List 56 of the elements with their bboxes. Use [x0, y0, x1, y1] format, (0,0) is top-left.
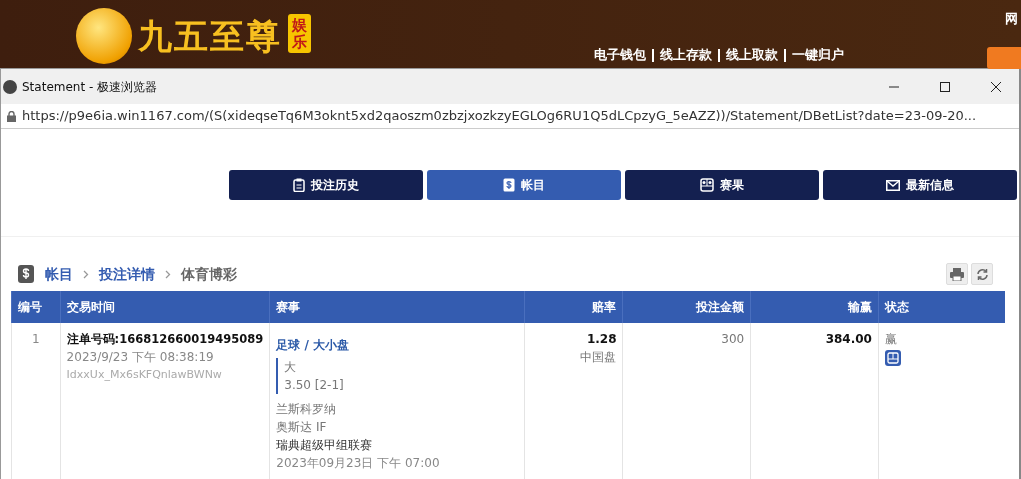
printer-icon [950, 267, 964, 281]
maximize-icon[interactable] [939, 80, 951, 93]
nav-tab[interactable]: 帐目 [427, 170, 621, 200]
url-field[interactable]: https://p9e6ia.win1167.com/(S(xideqseTq6M3oknt5xd2qaoszm0zbzjxozkzyEGLOg6RU1Q5dLCpzyG_5eAZZ))/Statement/DBetList?date=23-09-20... [22, 107, 977, 125]
sport-market: 足球 / 大小盘 [276, 337, 350, 354]
chevron-icon [165, 269, 171, 279]
column-header: 编号 [11, 291, 61, 323]
lock-icon [7, 110, 16, 122]
stake-amount: 300 [721, 332, 745, 346]
header-link[interactable]: 线上存款 [660, 46, 712, 64]
header-link[interactable]: 电子钱包 [594, 46, 646, 64]
logo-badge: 娱乐 [288, 14, 311, 53]
league-name: 瑞典超级甲组联赛 [276, 437, 374, 454]
refresh-icon [975, 267, 989, 281]
ticket-number: 注单号码:166812660019495089 [66, 331, 264, 348]
window-title: Statement - 极速浏览器 [22, 78, 159, 96]
bet-pick: 大 [284, 359, 298, 376]
header-link[interactable]: 一键归户 [792, 46, 844, 64]
header-text: 网 [1005, 10, 1018, 28]
close-icon[interactable] [990, 80, 1002, 93]
column-header: 交易时间 [60, 291, 270, 323]
column-header: 投注金额 [623, 291, 751, 323]
column-header: 赛事 [269, 291, 525, 323]
logo-icon [76, 8, 132, 64]
win-loss-amount: 384.00 [825, 332, 872, 346]
nav-tab[interactable]: 最新信息 [823, 170, 1017, 200]
reference-code: IdxxUx_Mx6sKFQnlawBWNw [66, 367, 223, 383]
column-header: 赔率 [524, 291, 623, 323]
logo-text: 九五至尊 [138, 15, 282, 58]
ledger-icon [503, 178, 515, 192]
odds-value: 1.28 [585, 331, 617, 348]
scoreboard-icon [700, 178, 714, 192]
nav-tab[interactable]: 赛果 [625, 170, 819, 200]
bet-status: 赢 [884, 331, 898, 348]
column-header: 输赢 [750, 291, 879, 323]
away-team: 奥斯达 IF [276, 419, 328, 436]
browser-icon [3, 79, 17, 94]
row-number: 1 [32, 332, 40, 346]
column-header: 状态 [878, 291, 1005, 323]
transaction-time: 2023/9/23 下午 08:38:19 [66, 349, 215, 366]
odds-type: 中国盘 [579, 349, 617, 366]
clipboard-icon [293, 178, 305, 192]
scoreboard-icon[interactable] [884, 350, 901, 366]
nav-tab[interactable]: 投注历史 [229, 170, 423, 200]
mail-icon [886, 179, 900, 191]
match-time: 2023年09月23日 下午 07:00 [276, 455, 441, 472]
chevron-icon [83, 269, 89, 279]
bet-line: 3.50 [2-1] [284, 377, 345, 394]
ledger-icon [17, 264, 35, 284]
header-link[interactable]: 线上取款 [726, 46, 778, 64]
breadcrumb-item[interactable]: 帐目 [45, 265, 73, 283]
refresh-button[interactable] [971, 263, 993, 285]
breadcrumb-item: 体育博彩 [181, 265, 237, 283]
home-team: 兰斯科罗纳 [276, 401, 338, 418]
print-button[interactable] [946, 263, 968, 285]
breadcrumb-item[interactable]: 投注详情 [99, 265, 155, 283]
